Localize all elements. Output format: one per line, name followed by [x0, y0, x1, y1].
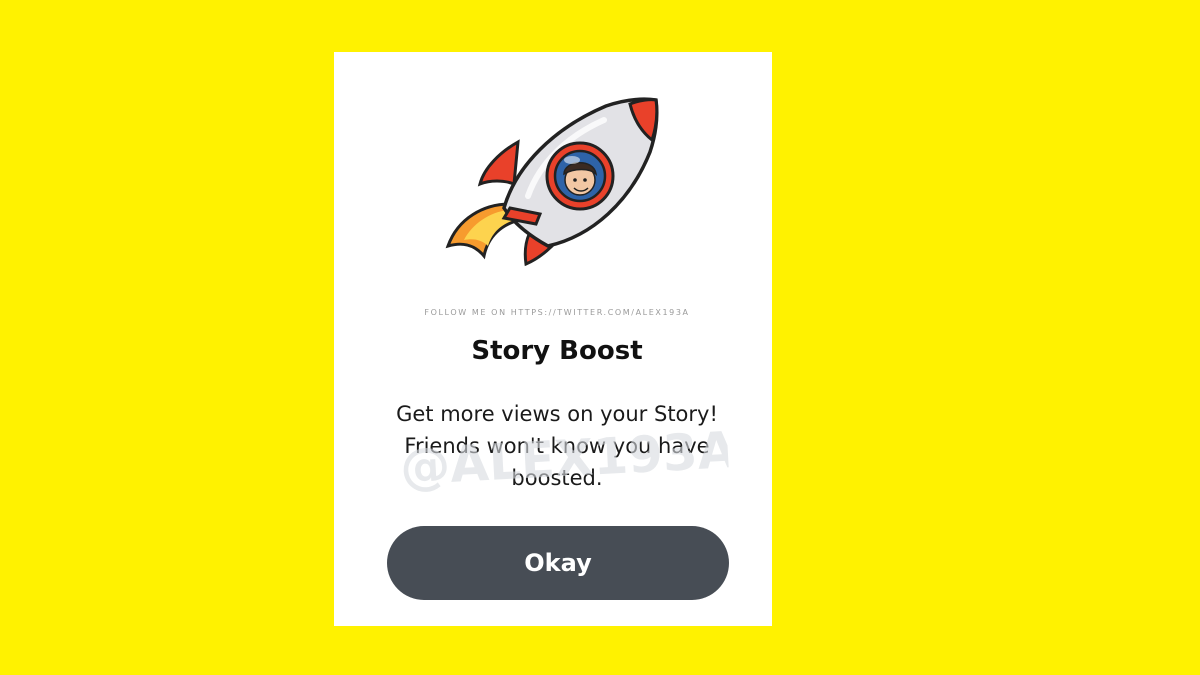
dialog-description: Get more views on your Story! Friends wo… [396, 402, 718, 490]
twitter-credit: FOLLOW ME ON HTTPS://TWITTER.COM/ALEX193… [424, 308, 690, 317]
dialog-title: Story Boost [471, 336, 643, 366]
rocket-with-bitmoji-icon [445, 97, 659, 267]
okay-button[interactable]: Okay [387, 526, 729, 600]
story-boost-dialog: FOLLOW ME ON HTTPS://TWITTER.COM/ALEX193… [334, 52, 772, 626]
